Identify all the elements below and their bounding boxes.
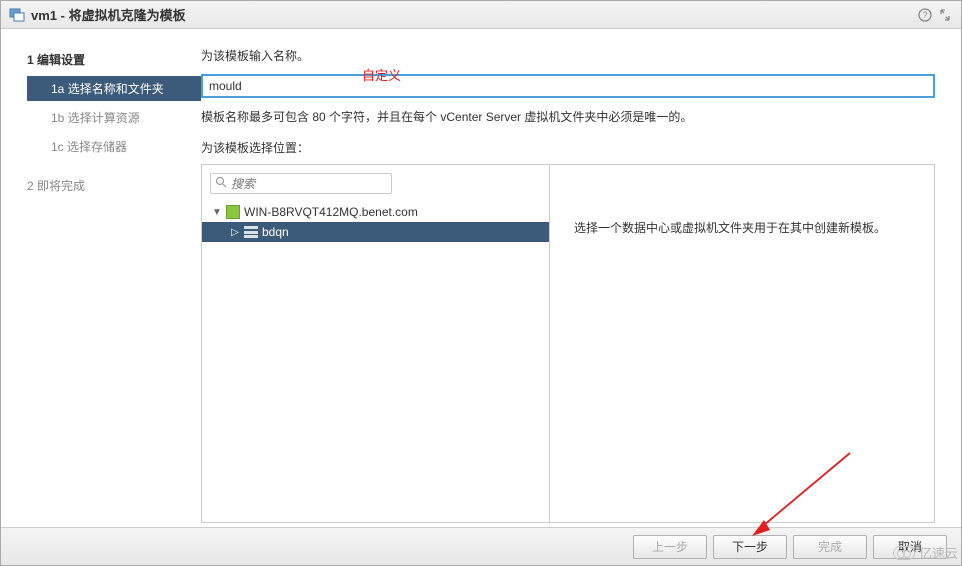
dialog-title: vm1 - 将虚拟机克隆为模板 <box>31 5 917 24</box>
search-input[interactable] <box>231 177 388 191</box>
next-button[interactable]: 下一步 <box>713 535 787 559</box>
help-icon[interactable]: ? <box>917 7 933 23</box>
expand-icon[interactable] <box>937 7 953 23</box>
name-input-wrap <box>201 74 935 98</box>
svg-text:?: ? <box>922 10 927 20</box>
location-label: 为该模板选择位置： <box>201 139 935 156</box>
step-1[interactable]: 1 编辑设置 <box>27 47 201 72</box>
expand-icon[interactable]: ▷ <box>230 227 240 238</box>
clone-to-template-dialog: vm1 - 将虚拟机克隆为模板 ? 1 编辑设置 1a 选择名称和文件夹 <box>0 0 962 566</box>
collapse-icon[interactable]: ▼ <box>212 207 222 218</box>
titlebar-actions: ? <box>917 7 953 23</box>
tree-node-label: WIN-B8RVQT412MQ.benet.com <box>244 205 418 219</box>
step-2-ready[interactable]: 2 即将完成 <box>27 173 201 198</box>
finish-button: 完成 <box>793 535 867 559</box>
search-icon <box>215 176 227 191</box>
template-name-input[interactable] <box>201 74 935 98</box>
name-hint: 模板名称最多可包含 80 个字符，并且在每个 vCenter Server 虚拟… <box>201 108 935 125</box>
titlebar: vm1 - 将虚拟机克隆为模板 ? <box>1 1 961 29</box>
search-wrap <box>202 165 549 200</box>
step-1b-compute[interactable]: 1b 选择计算资源 <box>27 105 201 130</box>
cancel-button[interactable]: 取消 <box>873 535 947 559</box>
wizard-steps: 1 编辑设置 1a 选择名称和文件夹 1b 选择计算资源 1c 选择存储器 2 <box>1 29 201 527</box>
step-1-group: 1 编辑设置 1a 选择名称和文件夹 1b 选择计算资源 1c 选择存储器 <box>27 47 201 159</box>
tree-column: ▼ WIN-B8RVQT412MQ.benet.com ▷ bdqn <box>202 165 550 522</box>
tree-node-datacenter[interactable]: ▷ bdqn <box>202 222 549 242</box>
step-1c-storage[interactable]: 1c 选择存储器 <box>27 134 201 159</box>
dialog-footer: 上一步 下一步 完成 取消 <box>1 527 961 565</box>
dialog-body: 1 编辑设置 1a 选择名称和文件夹 1b 选择计算资源 1c 选择存储器 2 <box>1 29 961 527</box>
vcenter-icon <box>226 205 240 219</box>
datacenter-icon <box>244 226 258 238</box>
tree-node-vcenter[interactable]: ▼ WIN-B8RVQT412MQ.benet.com <box>202 202 549 222</box>
vm-icon <box>9 7 25 23</box>
name-prompt: 为该模板输入名称。 <box>201 47 935 64</box>
step-1a-name-folder[interactable]: 1a 选择名称和文件夹 <box>27 76 201 101</box>
location-panel: ▼ WIN-B8RVQT412MQ.benet.com ▷ bdqn 选择一个数… <box>201 164 935 523</box>
location-tree: ▼ WIN-B8RVQT412MQ.benet.com ▷ bdqn <box>202 200 549 522</box>
back-button: 上一步 <box>633 535 707 559</box>
search-box[interactable] <box>210 173 392 194</box>
main-panel: 为该模板输入名称。 模板名称最多可包含 80 个字符，并且在每个 vCenter… <box>201 29 961 527</box>
location-help: 选择一个数据中心或虚拟机文件夹用于在其中创建新模板。 <box>550 165 934 522</box>
tree-node-label: bdqn <box>262 225 289 239</box>
